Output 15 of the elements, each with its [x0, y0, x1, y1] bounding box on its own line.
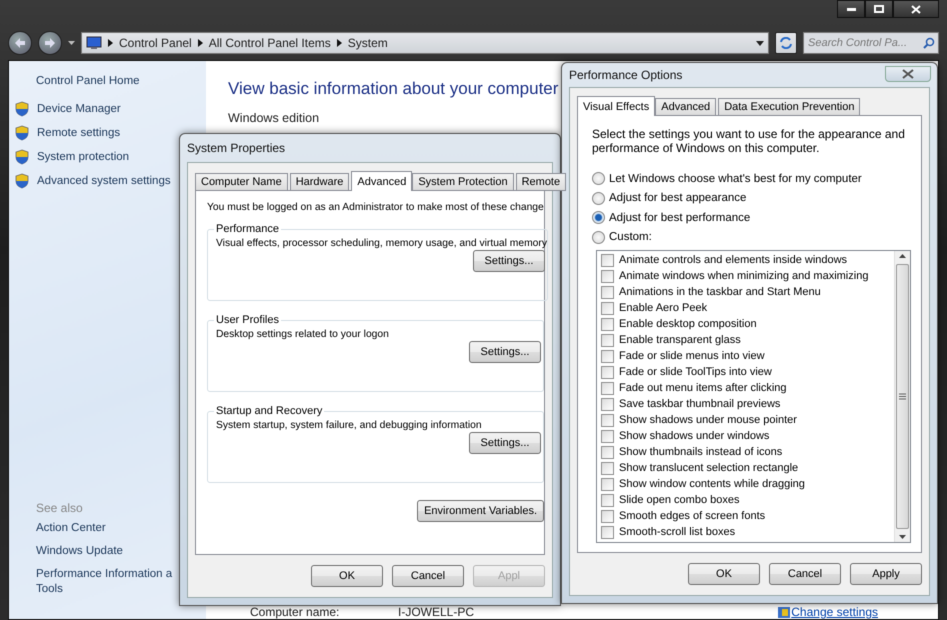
- dialog-title: System Properties: [187, 140, 286, 157]
- notice-text: You must be logged on as an Administrator to make most of these change: [207, 201, 544, 214]
- group-description: Visual effects, processor scheduling, memory usage, and virtual memory: [216, 237, 547, 250]
- description-text: Select the settings you want to use for the appearance and performance of Windows on this computer.: [592, 127, 906, 155]
- group-title: Startup and Recovery: [215, 405, 324, 417]
- dialog-title: Performance Options: [569, 67, 682, 84]
- field-label: Computer name:: [250, 605, 340, 619]
- group-title: Performance: [215, 223, 280, 235]
- group-description: System startup, system failure, and debugging information: [216, 419, 482, 432]
- page-heading: View basic information about your computer: [228, 79, 560, 99]
- see-also-heading: See also: [35, 501, 84, 515]
- section-heading: Windows edition: [228, 111, 320, 125]
- group-title: User Profiles: [215, 314, 280, 326]
- field-value: I-JOWELL-PC: [398, 605, 474, 619]
- group-description: Desktop settings related to your logon: [216, 328, 389, 341]
